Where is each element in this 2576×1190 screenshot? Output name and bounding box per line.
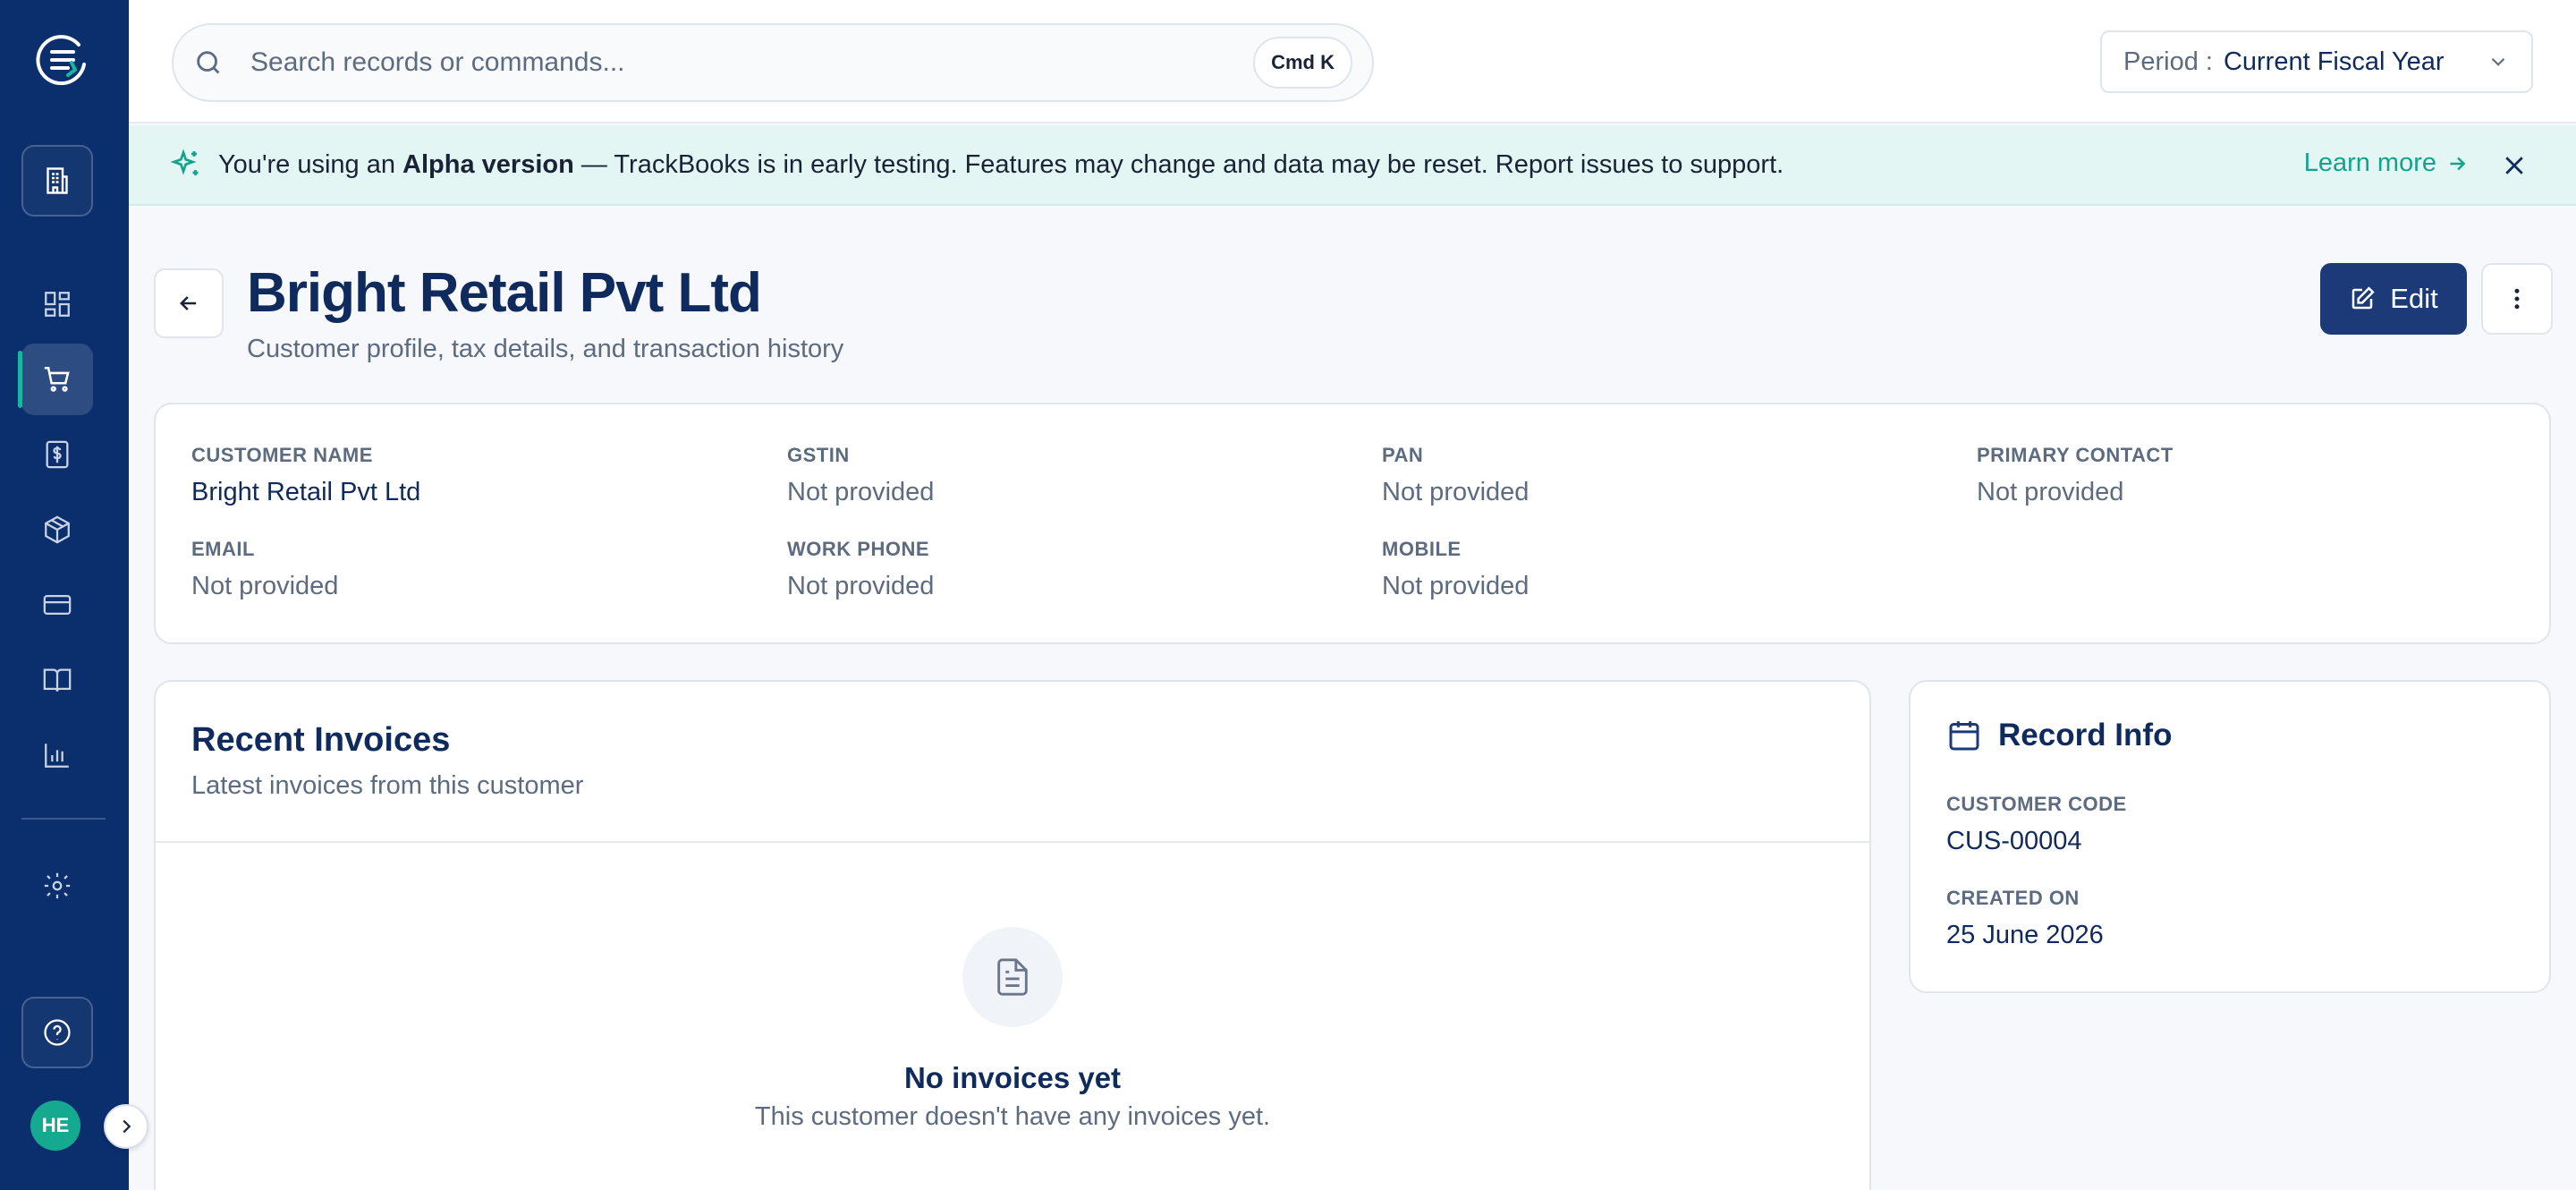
sidebar-item-buildings[interactable] [21, 145, 93, 217]
field-mobile: MOBILE Not provided [1382, 538, 1529, 601]
field-value: Not provided [1977, 478, 2124, 506]
user-avatar[interactable]: HE [30, 1101, 80, 1151]
period-select[interactable]: Period : Current Fiscal Year [2100, 30, 2533, 93]
field-customer-code: CUSTOMER CODE CUS-00004 [1946, 793, 2127, 856]
customer-details-card: CUSTOMER NAME Bright Retail Pvt Ltd GSTI… [154, 403, 2551, 644]
recent-invoices-card: Recent Invoices Latest invoices from thi… [154, 680, 1871, 1190]
sidebar-item-reports[interactable] [21, 719, 93, 791]
field-work-phone: WORK PHONE Not provided [787, 538, 934, 601]
field-value: Not provided [787, 478, 935, 506]
sidebar-item-sales[interactable] [18, 344, 93, 415]
edit-button[interactable]: Edit [2320, 263, 2467, 335]
field-gstin: GSTIN Not provided [787, 444, 934, 507]
bar-chart-icon [45, 744, 69, 768]
app-logo[interactable] [32, 30, 91, 89]
help-circle-icon [44, 1019, 71, 1046]
sidebar: HE [0, 0, 129, 1190]
learn-more-label: Learn more [2303, 149, 2436, 177]
calendar-icon [1949, 721, 1979, 751]
invoices-subtitle: Latest invoices from this customer [191, 771, 584, 800]
arrow-left-icon [180, 296, 197, 310]
more-options-button[interactable] [2481, 263, 2553, 335]
dashboard-grid-icon [45, 292, 70, 317]
dollar-receipt-icon [46, 440, 69, 469]
field-primary-contact: PRIMARY CONTACT Not provided [1977, 444, 2174, 507]
book-open-icon [43, 668, 72, 692]
field-label: PRIMARY CONTACT [1977, 444, 2174, 466]
sidebar-item-inventory[interactable] [21, 494, 93, 565]
sidebar-item-payments[interactable] [21, 569, 93, 641]
shortcut-badge: Cmd K [1253, 37, 1352, 89]
edit-label: Edit [2390, 283, 2438, 314]
field-value: Not provided [191, 572, 339, 600]
field-email: EMAIL Not provided [191, 538, 338, 601]
invoices-title: Recent Invoices [191, 721, 451, 759]
record-info-card: Record Info CUSTOMER CODE CUS-00004 CREA… [1909, 680, 2551, 993]
credit-card-icon [43, 594, 72, 616]
chevron-down-icon [2491, 57, 2505, 66]
field-value: Bright Retail Pvt Ltd [191, 478, 421, 506]
chevron-right-icon [123, 1119, 131, 1134]
field-value: CUS-00004 [1946, 827, 2082, 855]
sidebar-item-accounting[interactable] [21, 644, 93, 716]
empty-state-icon-wrap [962, 927, 1063, 1027]
field-label: MOBILE [1382, 538, 1462, 560]
banner-message: You're using an Alpha version — TrackBoo… [218, 150, 1784, 180]
field-label: PAN [1382, 444, 1424, 466]
field-pan: PAN Not provided [1382, 444, 1529, 507]
edit-icon [2352, 286, 2375, 310]
shopping-cart-icon [44, 366, 70, 392]
sparkles-icon [170, 149, 199, 175]
field-label: EMAIL [191, 538, 255, 560]
sidebar-item-settings[interactable] [21, 850, 93, 922]
search-bar[interactable]: Search records or commands... Cmd K [172, 23, 1374, 102]
field-value: 25 June 2026 [1946, 921, 2104, 949]
search-input[interactable]: Search records or commands... [250, 47, 1253, 78]
field-label: CREATED ON [1946, 887, 2080, 909]
banner-highlight: Alpha version [402, 149, 574, 179]
field-label: CUSTOMER CODE [1946, 793, 2127, 815]
more-vertical-icon [2514, 288, 2520, 310]
help-button[interactable] [21, 997, 93, 1068]
arrow-right-icon [2450, 157, 2466, 170]
empty-state-message: This customer doesn't have any invoices … [754, 1102, 1271, 1131]
field-label: WORK PHONE [787, 538, 929, 560]
field-value: Not provided [1382, 478, 1530, 506]
banner-suffix: — TrackBooks is in early testing. Featur… [573, 149, 1784, 179]
sidebar-expand-button[interactable] [104, 1104, 148, 1149]
learn-more-link[interactable]: Learn more [2304, 149, 2469, 178]
alpha-banner: You're using an Alpha version — TrackBoo… [129, 125, 2576, 206]
sidebar-item-billing[interactable] [21, 419, 93, 490]
banner-prefix: You're using an [218, 149, 403, 179]
field-value: Not provided [1382, 572, 1530, 600]
top-bar: Search records or commands... Cmd K Peri… [129, 0, 2576, 123]
back-button[interactable] [154, 268, 224, 338]
record-info-title: Record Info [1998, 718, 2173, 752]
field-value: Not provided [787, 572, 935, 600]
gear-icon [44, 872, 71, 899]
sidebar-item-dashboard[interactable] [21, 268, 93, 340]
page-subtitle: Customer profile, tax details, and trans… [247, 335, 844, 363]
empty-state-title: No invoices yet [903, 1061, 1122, 1094]
period-label: Period : [2123, 47, 2213, 76]
field-created-on: CREATED ON 25 June 2026 [1946, 887, 2104, 950]
package-box-icon [45, 515, 70, 544]
logo-icon [36, 35, 86, 86]
invoices-header: Recent Invoices Latest invoices from thi… [156, 682, 1869, 843]
record-info-header: Record Info [1946, 718, 2172, 753]
field-label: CUSTOMER NAME [191, 444, 373, 466]
field-label: GSTIN [787, 444, 850, 466]
field-customer-name: CUSTOMER NAME Bright Retail Pvt Ltd [191, 444, 420, 507]
search-icon [197, 51, 220, 74]
sidebar-divider [21, 818, 106, 820]
period-value: Current Fiscal Year [2223, 47, 2445, 76]
building-icon [47, 167, 68, 194]
page-title: Bright Retail Pvt Ltd [247, 262, 762, 324]
close-icon[interactable] [2501, 152, 2528, 179]
document-icon [997, 958, 1028, 996]
